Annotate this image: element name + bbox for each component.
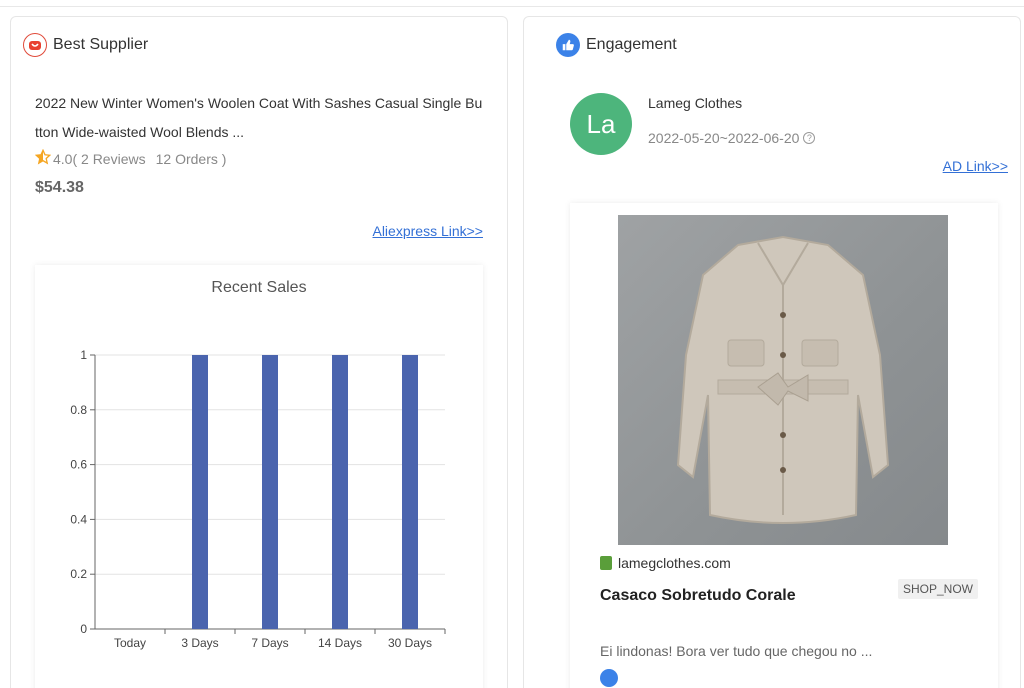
thumbs-up-icon xyxy=(556,33,580,57)
bar xyxy=(402,355,418,629)
product-price: $54.38 xyxy=(35,179,84,196)
x-tick-label: 7 Days xyxy=(251,636,288,650)
y-tick-label: 0.6 xyxy=(70,458,87,472)
advertiser-avatar: La xyxy=(570,93,632,155)
shop-now-button[interactable]: SHOP_NOW xyxy=(897,579,978,599)
product-title: 2022 New Winter Women's Woolen Coat With… xyxy=(35,95,483,140)
x-tick-label: 30 Days xyxy=(388,636,432,650)
engagement-header-title: Engagement xyxy=(586,36,677,53)
half-star-icon xyxy=(34,148,52,168)
best-supplier-card: Best Supplier 2022 New Winter Women's Wo… xyxy=(10,16,508,688)
ad-domain-row: lamegclothes.com xyxy=(600,555,731,571)
top-divider xyxy=(0,6,1024,7)
engagement-card: Engagement La Lameg Clothes 2022-05-20~2… xyxy=(523,16,1021,688)
sales-chart-svg: 0 0.2 0.4 0.6 0.8 1 Today 3 Days 7 Days 14 Days 30… xyxy=(70,348,446,650)
y-tick-label: 0.2 xyxy=(70,567,87,581)
ad-title: Casaco Sobretudo Corale xyxy=(600,587,796,604)
supplier-header: Best Supplier xyxy=(23,33,148,57)
advertiser-name: Lameg Clothes xyxy=(648,95,743,111)
aliexpress-link[interactable]: Aliexpress Link>> xyxy=(372,223,483,239)
ad-image[interactable] xyxy=(618,215,948,545)
help-icon[interactable]: ? xyxy=(803,132,816,144)
y-tick-label: 1 xyxy=(80,348,87,362)
x-tick-label: 14 Days xyxy=(318,636,362,650)
y-tick-label: 0 xyxy=(80,622,87,636)
order-count: 12 Orders ) xyxy=(155,150,227,167)
y-tick-label: 0.4 xyxy=(70,512,87,526)
date-range-row: 2022-05-20~2022-06-20 ? xyxy=(648,130,816,146)
date-range: 2022-05-20~2022-06-20 xyxy=(648,130,800,146)
ad-preview: lamegclothes.com Casaco Sobretudo Corale… xyxy=(570,203,998,688)
bar xyxy=(332,355,348,629)
rating-value: 4.0 xyxy=(53,150,73,167)
reaction-icon xyxy=(600,669,618,687)
supplier-badge-icon xyxy=(23,33,47,57)
x-tick-label: 3 Days xyxy=(181,636,218,650)
supplier-header-title: Best Supplier xyxy=(53,36,149,53)
engagement-header: Engagement xyxy=(556,33,677,57)
x-tick-label: Today xyxy=(114,636,146,650)
bar xyxy=(192,355,208,629)
recent-sales-chart: 0 0.2 0.4 0.6 0.8 1 Today 3 Days 7 Days 14 Days 30… xyxy=(35,265,483,688)
y-tick-label: 0.8 xyxy=(70,403,87,417)
review-count: ( 2 Reviews xyxy=(72,150,146,167)
ad-body-text: Ei lindonas! Bora ver tudo que chegou no… xyxy=(600,643,873,659)
rating-row: 4.0 ( 2 Reviews 12 Orders ) xyxy=(34,148,227,168)
chart-title: Recent Sales xyxy=(211,279,307,296)
ad-domain: lamegclothes.com xyxy=(618,555,731,571)
bar xyxy=(262,355,278,629)
ad-link[interactable]: AD Link>> xyxy=(943,158,1008,174)
shopping-bag-icon xyxy=(600,556,612,570)
coat-illustration xyxy=(676,235,890,524)
